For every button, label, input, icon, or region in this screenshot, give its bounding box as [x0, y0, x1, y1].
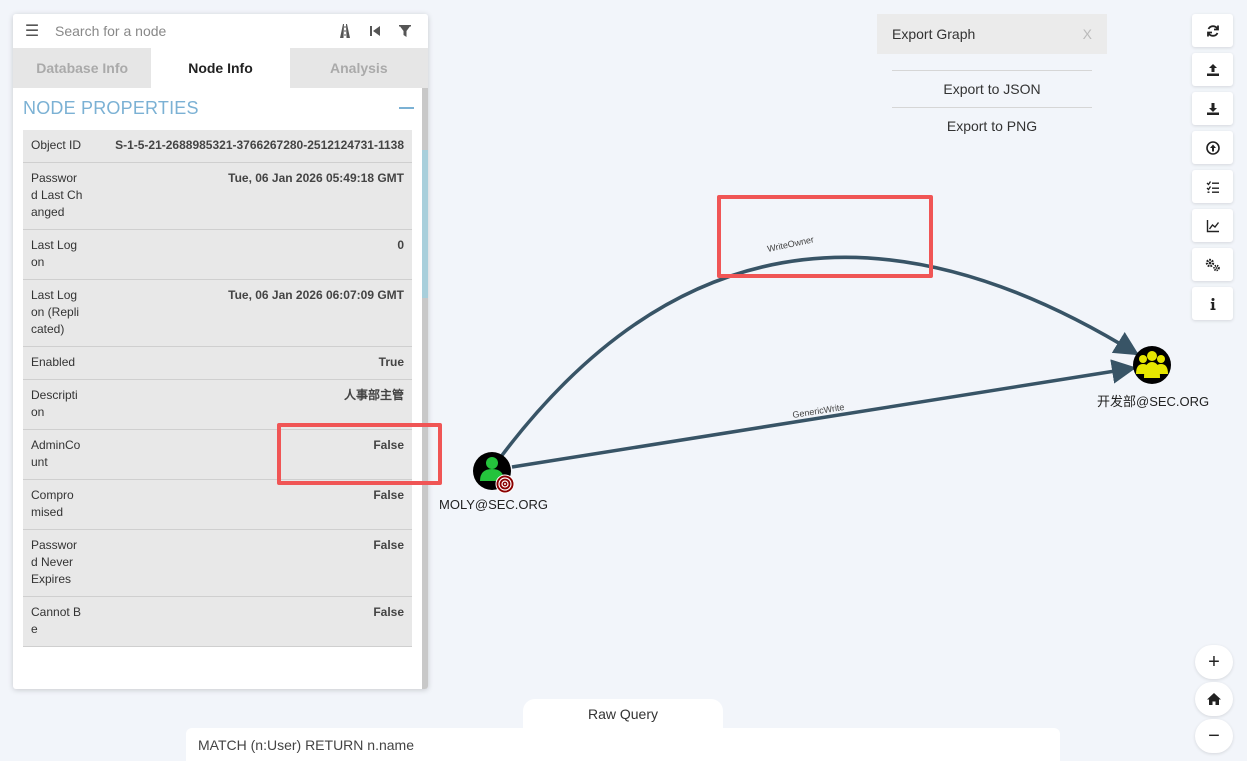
property-value: False — [373, 538, 404, 552]
export-graph-header: Export Graph X — [877, 14, 1107, 54]
property-key: Last Logon — [31, 238, 78, 269]
target-icon — [495, 474, 515, 494]
property-row-cannot-be: Cannot Be False — [23, 597, 412, 647]
scrollbar-thumb[interactable] — [422, 150, 428, 298]
settings-icon — [1205, 258, 1220, 271]
import-button[interactable] — [1192, 131, 1233, 164]
property-key: Password Never Expires — [31, 538, 78, 586]
filter-icon[interactable] — [390, 24, 420, 38]
node-properties-header[interactable]: NODE PROPERTIES — [13, 88, 423, 128]
node-properties-title: NODE PROPERTIES — [23, 97, 199, 118]
collapse-button[interactable] — [397, 99, 415, 117]
property-value: False — [373, 605, 404, 619]
tab-bar: Database Info Node Info Analysis — [13, 48, 428, 88]
property-key: AdminCount — [31, 438, 81, 469]
property-key: Compromised — [31, 488, 74, 519]
property-value: 人事部主管 — [343, 388, 404, 402]
settings-button[interactable] — [1192, 248, 1233, 281]
zoom-in-button[interactable]: + — [1195, 645, 1233, 679]
edge-writeowner[interactable] — [498, 255, 1140, 460]
close-button[interactable]: X — [1083, 26, 1092, 42]
property-row-last-logon-replicated: Last Logon (Replicated) Tue, 06 Jan 2026… — [23, 280, 412, 347]
search-bar: ☰ — [13, 14, 428, 48]
raw-query-input[interactable] — [186, 728, 1060, 761]
property-key: Description — [31, 388, 78, 419]
property-key: Enabled — [31, 355, 76, 369]
tab-database-info[interactable]: Database Info — [13, 48, 152, 88]
zoom-out-button[interactable]: − — [1195, 719, 1233, 753]
raw-query-toggle[interactable]: Raw Query — [523, 699, 723, 729]
group-node-label: 开发部@SEC.ORG — [1097, 394, 1210, 409]
property-key: Object ID — [31, 138, 82, 152]
node-properties-section: NODE PROPERTIES Object ID S-1-5-21-26889… — [13, 88, 423, 689]
info-icon — [1210, 297, 1215, 310]
pathfinding-icon[interactable] — [330, 23, 360, 39]
tab-analysis[interactable]: Analysis — [289, 48, 428, 88]
export-to-json-button[interactable]: Export to JSON — [892, 70, 1092, 107]
import-icon — [1205, 140, 1220, 155]
export-graph-title: Export Graph — [892, 26, 976, 42]
property-value: 0 — [397, 238, 404, 252]
export-to-png-button[interactable]: Export to PNG — [892, 107, 1092, 144]
property-row-last-logon: Last Logon 0 — [23, 230, 412, 280]
property-value: Tue, 06 Jan 2026 05:49:18 GMT — [228, 171, 404, 185]
annotation-box-description — [277, 423, 442, 485]
export-graph-panel: Export Graph X Export to JSON Export to … — [877, 14, 1107, 144]
edge-genericwrite[interactable] — [511, 359, 1137, 469]
property-row-compromised: Compromised False — [23, 480, 412, 530]
scrollbar[interactable] — [422, 88, 428, 689]
property-key: Cannot Be — [31, 605, 82, 636]
user-node[interactable] — [473, 452, 515, 494]
checklist-icon — [1206, 180, 1219, 193]
property-value: False — [373, 488, 404, 502]
search-input[interactable] — [55, 23, 330, 39]
refresh-button[interactable] — [1192, 14, 1233, 47]
property-row-object-id: Object ID S-1-5-21-2688985321-3766267280… — [23, 130, 412, 163]
property-value: S-1-5-21-2688985321-3766267280-251212473… — [115, 138, 404, 152]
group-node[interactable] — [1133, 346, 1171, 384]
property-row-password-never-expires: Password Never Expires False — [23, 530, 412, 597]
user-node-label: MOLY@SEC.ORG — [439, 497, 549, 512]
home-icon — [1207, 693, 1221, 705]
back-icon[interactable] — [360, 24, 390, 38]
home-button[interactable] — [1195, 682, 1233, 716]
property-key: Password Last Changed — [31, 171, 83, 219]
minus-icon — [398, 107, 414, 109]
menu-icon[interactable]: ☰ — [21, 21, 43, 41]
download-button[interactable] — [1192, 92, 1233, 125]
property-row-password-last-changed: Password Last Changed Tue, 06 Jan 2026 0… — [23, 163, 412, 230]
annotation-box-writeowner — [717, 195, 933, 278]
property-value: Tue, 06 Jan 2026 06:07:09 GMT — [228, 288, 404, 302]
left-panel: ☰ Database Info Node Info Analysis NODE … — [13, 14, 428, 689]
refresh-icon — [1206, 24, 1219, 37]
queries-button[interactable] — [1192, 170, 1233, 203]
property-row-enabled: Enabled True — [23, 347, 412, 380]
chart-button[interactable] — [1192, 209, 1233, 242]
tab-node-info[interactable]: Node Info — [151, 48, 290, 88]
upload-icon — [1206, 63, 1219, 76]
property-key: Last Logon (Replicated) — [31, 288, 80, 336]
download-icon — [1206, 102, 1219, 115]
info-button[interactable] — [1192, 287, 1233, 320]
upload-button[interactable] — [1192, 53, 1233, 86]
node-properties-table: Object ID S-1-5-21-2688985321-3766267280… — [23, 130, 412, 647]
property-value: True — [378, 355, 404, 369]
chart-icon — [1206, 219, 1219, 232]
